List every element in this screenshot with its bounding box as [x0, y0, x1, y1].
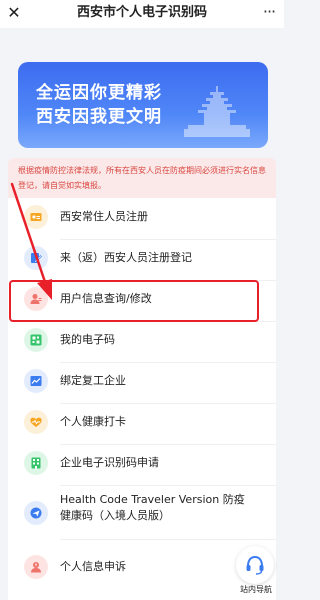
pagoda-illustration [184, 86, 250, 137]
menu-item-label: 来（返）西安人员注册登记 [60, 251, 192, 264]
chart-icon [24, 369, 48, 393]
menu-item-bind-enterprise[interactable]: 绑定复工企业 [8, 362, 276, 408]
highlight-box [9, 280, 259, 322]
menu-item-label: 个人信息申诉 [60, 560, 126, 573]
menu-item-label: 我的电子码 [60, 333, 115, 346]
plane-icon [24, 501, 48, 525]
page-title: 西安市个人电子识别码 [76, 5, 207, 20]
banner-slogan-line1: 全运因你更精彩 [36, 83, 162, 103]
service-menu: 西安常住人员注册 来（返）西安人员注册登记 用户信息查询/修改 我的电子码 绑定… [8, 198, 276, 600]
menu-item-health-checkin[interactable]: 个人健康打卡 [8, 403, 276, 449]
menu-item-resident-registration[interactable]: 西安常住人员注册 [8, 198, 276, 244]
qr-code-icon [24, 328, 48, 352]
nav-bar: ✕ 西安市个人电子识别码 ··· [0, 0, 284, 28]
site-navigation-button[interactable]: 站内导航 [236, 546, 276, 600]
site-navigation-label: 站内导航 [240, 585, 272, 594]
menu-item-visitor-registration[interactable]: 来（返）西安人员注册登记 [8, 239, 276, 285]
menu-item-label: Health Code Traveler Version 防疫健康码（入境人员版… [60, 493, 245, 522]
building-icon [24, 451, 48, 475]
edit-icon [24, 246, 48, 270]
menu-item-traveler-health-code[interactable]: Health Code Traveler Version 防疫健康码（入境人员版… [8, 490, 276, 544]
divider [60, 539, 276, 540]
menu-item-enterprise-code[interactable]: 企业电子识别码申请 [8, 444, 276, 490]
appeal-icon [24, 555, 48, 579]
notice-banner: 根据疫情防控法律法规，所有在西安人员在防疫期间必须进行实名信息登记，请自觉如实填… [8, 158, 276, 198]
menu-item-label: 绑定复工企业 [60, 374, 126, 387]
menu-item-label: 个人健康打卡 [60, 415, 126, 428]
banner-slogan-line2: 西安因我更文明 [36, 107, 162, 127]
menu-item-label: 企业电子识别码申请 [60, 456, 159, 469]
menu-item-label: 西安常住人员注册 [60, 210, 148, 223]
promo-banner: 全运因你更精彩 西安因我更文明 [18, 62, 268, 148]
notice-text: 根据疫情防控法律法规，所有在西安人员在防疫期间必须进行实名信息登记，请自觉如实填… [18, 166, 266, 190]
close-icon[interactable]: ✕ [4, 3, 24, 23]
headset-icon [236, 546, 274, 584]
id-card-icon [24, 205, 48, 229]
heart-icon [24, 410, 48, 434]
divider [60, 485, 276, 486]
more-icon[interactable]: ··· [258, 2, 280, 22]
menu-item-my-qr-code[interactable]: 我的电子码 [8, 321, 276, 367]
